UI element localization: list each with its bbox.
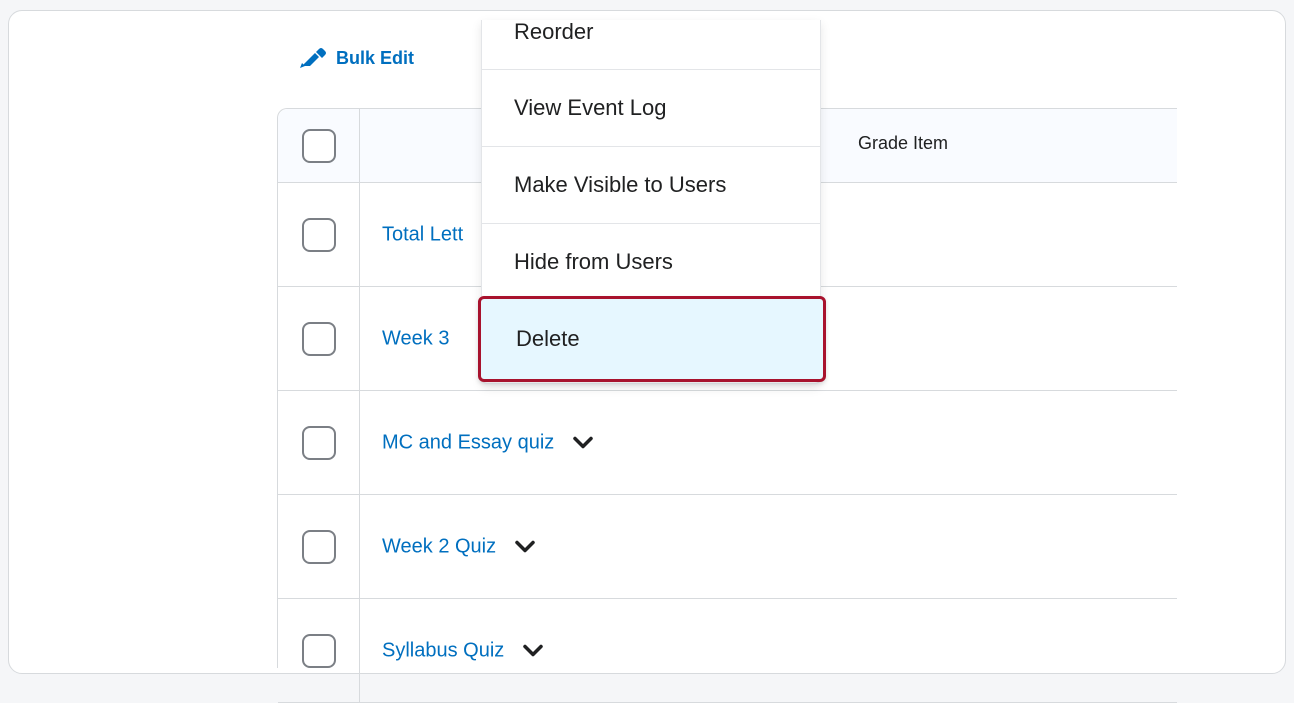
row-checkbox-cell [278,495,360,598]
menu-item-delete[interactable]: Delete [478,296,826,382]
grade-item-link[interactable]: MC and Essay quiz [382,431,594,454]
grade-item-link[interactable]: Syllabus Quiz [382,639,544,662]
row-checkbox-cell [278,599,360,702]
grade-item-label: Week 2 Quiz [382,535,497,557]
grade-item-label: Week 3 [382,327,450,349]
row-checkbox-cell [278,183,360,286]
table-row: MC and Essay quiz [278,391,1177,495]
grade-item-link[interactable]: Week 3 [382,327,449,350]
select-all-cell [278,109,360,182]
menu-item-view-event-log[interactable]: View Event Log [482,70,820,147]
row-checkbox[interactable] [302,321,336,356]
table-overflow-mask [1177,108,1278,668]
menu-item-make-visible[interactable]: Make Visible to Users [482,147,820,224]
grade-item-link[interactable]: Total Lett [382,223,463,246]
row-checkbox[interactable] [302,633,336,668]
grade-item-label: Total Lett [382,223,464,245]
grade-item-label: Syllabus Quiz [382,639,505,661]
chevron-down-icon[interactable] [514,538,536,556]
chevron-down-icon[interactable] [572,434,594,452]
grade-item-label: MC and Essay quiz [382,431,555,453]
bulk-edit-label: Bulk Edit [336,47,415,68]
table-row: Syllabus Quiz [278,599,1177,703]
table-row: Week 2 Quiz [278,495,1177,599]
chevron-down-icon[interactable] [522,642,544,660]
row-checkbox[interactable] [302,529,336,564]
select-all-checkbox[interactable] [302,128,336,163]
grade-items-context-menu: Reorder View Event Log Make Visible to U… [478,19,826,384]
menu-item-hide-from-users[interactable]: Hide from Users [482,224,820,301]
row-checkbox[interactable] [302,425,336,460]
menu-item-reorder[interactable]: Reorder [482,19,820,70]
grade-item-column-header: Grade Item [858,133,949,153]
row-checkbox-cell [278,391,360,494]
row-checkbox[interactable] [302,217,336,252]
row-checkbox-cell [278,287,360,390]
pencil-edit-icon [298,46,328,70]
grade-item-link[interactable]: Week 2 Quiz [382,535,536,558]
bulk-edit-button[interactable]: Bulk Edit [298,44,414,72]
